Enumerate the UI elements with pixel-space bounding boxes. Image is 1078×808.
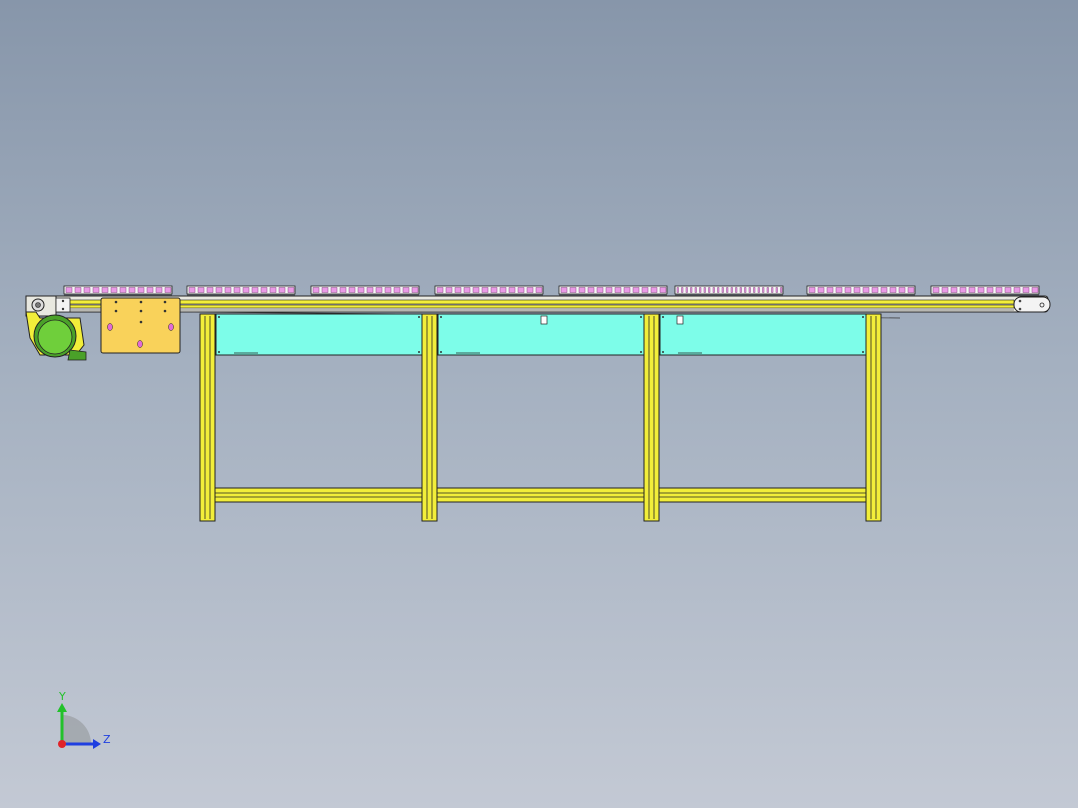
view-triad[interactable]: Y Z xyxy=(57,690,111,749)
mounting-plate xyxy=(100,297,181,354)
chain-pallet xyxy=(186,285,296,296)
chain-pallet xyxy=(310,285,420,296)
chain-pallet xyxy=(674,285,784,296)
chain-pallet xyxy=(63,285,173,296)
frame-stretcher xyxy=(214,487,423,503)
frame-leg xyxy=(199,313,216,522)
frame-leg xyxy=(865,313,882,522)
frame-leg xyxy=(643,313,660,522)
frame-leg xyxy=(421,313,438,522)
chain-pallet xyxy=(930,285,1040,296)
x-axis-icon xyxy=(58,740,66,748)
frame-stretcher xyxy=(658,487,867,503)
chain-pallet xyxy=(558,285,668,296)
graphics-viewport[interactable]: Y Z xyxy=(0,0,1078,808)
chain-pallet xyxy=(434,285,544,296)
conveyor-model[interactable]: Y Z xyxy=(0,0,1078,808)
frame-stretcher xyxy=(436,487,645,503)
z-axis-label: Z xyxy=(103,733,111,746)
y-axis-label: Y xyxy=(58,690,66,703)
chain-pallets xyxy=(63,285,1040,296)
side-panels xyxy=(215,313,867,356)
triad-arc xyxy=(62,715,91,744)
chain-pallet xyxy=(806,285,916,296)
